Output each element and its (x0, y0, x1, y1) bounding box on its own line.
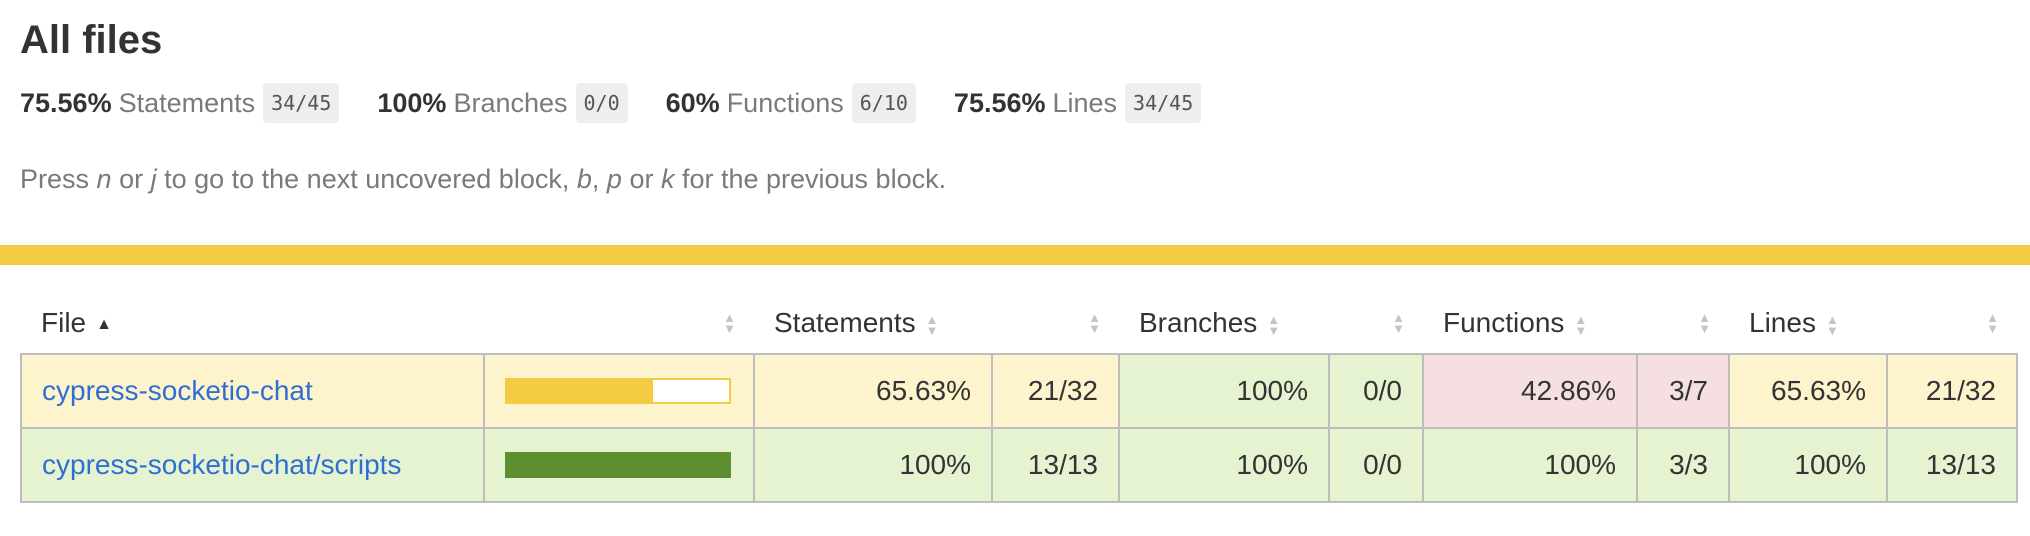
header-branches-raw[interactable]: ▲ ▼ (1329, 293, 1423, 354)
header-lines[interactable]: Lines ▲ ▼ (1729, 293, 1887, 354)
page-title: All files (20, 18, 163, 62)
lines-pct: 100% (1728, 427, 1888, 503)
sort-icon: ▲ ▼ (925, 311, 939, 338)
summary-lines-fraction: 34/45 (1125, 83, 1202, 123)
header-statements-raw[interactable]: ▲ ▼ (992, 293, 1119, 354)
statements-fraction: 13/13 (991, 427, 1120, 503)
statements-fraction: 21/32 (991, 353, 1120, 429)
branches-pct: 100% (1118, 427, 1330, 503)
file-cell: cypress-socketio-chat/scripts (20, 427, 485, 503)
sort-icon: ▲ ▼ (1825, 311, 1839, 338)
summary-lines-label: Lines (1052, 87, 1118, 118)
sort-icon: ▲ ▼ (1574, 311, 1588, 338)
coverage-bar-cell (483, 353, 755, 429)
summary-statements-label: Statements (118, 87, 256, 118)
summary-branches-fraction: 0/0 (575, 83, 628, 123)
header-coverage-bar[interactable]: ▲ ▼ (484, 293, 754, 354)
table-row: cypress-socketio-chat/scripts 100% 13/13… (20, 427, 2018, 503)
summary-statements-pct: 75.56% (20, 87, 112, 118)
header-functions-label: Functions (1443, 307, 1565, 338)
lines-fraction: 21/32 (1886, 353, 2018, 429)
file-link[interactable]: cypress-socketio-chat/scripts (42, 449, 401, 480)
summary-functions-label: Functions (726, 87, 844, 118)
keyboard-hint: Press n or j to go to the next uncovered… (20, 164, 947, 194)
coverage-bar-cell (483, 427, 755, 503)
header-functions-raw[interactable]: ▲ ▼ (1637, 293, 1729, 354)
summary-branches-pct: 100% (377, 87, 447, 118)
branches-pct: 100% (1118, 353, 1330, 429)
sort-icon: ▲ ▼ (1698, 310, 1711, 336)
header-lines-raw[interactable]: ▲ ▼ (1887, 293, 2017, 354)
file-link[interactable]: cypress-socketio-chat (42, 375, 313, 406)
coverage-status-bar (0, 245, 2030, 265)
table-header-row: File ▲ ▲ ▼ Statements ▲ ▼ ▲ ▼ Branches ▲ ▼ ▲ ▼ F… (21, 293, 2017, 354)
sort-ascending-icon: ▲ (96, 315, 112, 333)
summary-statements-fraction: 34/45 (263, 83, 340, 123)
summary-branches: 100% Branches 0/0 (377, 83, 628, 123)
coverage-summary: 75.56% Statements 34/45 100% Branches 0/… (20, 82, 1239, 124)
summary-functions-fraction: 6/10 (851, 83, 916, 123)
header-statements-label: Statements (774, 307, 916, 338)
functions-fraction: 3/7 (1636, 353, 1730, 429)
header-branches-label: Branches (1139, 307, 1258, 338)
header-file-label: File (41, 307, 87, 338)
statements-pct: 65.63% (753, 353, 993, 429)
branches-fraction: 0/0 (1328, 427, 1424, 503)
functions-fraction: 3/3 (1636, 427, 1730, 503)
summary-branches-label: Branches (453, 87, 568, 118)
header-statements[interactable]: Statements ▲ ▼ (754, 293, 992, 354)
header-functions[interactable]: Functions ▲ ▼ (1423, 293, 1637, 354)
branches-fraction: 0/0 (1328, 353, 1424, 429)
sort-icon: ▲ ▼ (1267, 311, 1281, 338)
table-row: cypress-socketio-chat 65.63% 21/32 100% … (20, 353, 2018, 429)
file-cell: cypress-socketio-chat (20, 353, 485, 429)
sort-icon: ▲ ▼ (1088, 310, 1101, 336)
coverage-bar-fill (507, 380, 653, 402)
summary-lines: 75.56% Lines 34/45 (953, 83, 1202, 123)
coverage-table: File ▲ ▲ ▼ Statements ▲ ▼ ▲ ▼ Branches ▲ ▼ ▲ ▼ F… (20, 293, 2018, 503)
statements-pct: 100% (753, 427, 993, 503)
sort-icon: ▲ ▼ (723, 310, 736, 336)
summary-functions-pct: 60% (665, 87, 720, 118)
sort-icon: ▲ ▼ (1392, 310, 1405, 336)
header-file[interactable]: File ▲ (21, 293, 484, 354)
header-branches[interactable]: Branches ▲ ▼ (1119, 293, 1329, 354)
summary-functions: 60% Functions 6/10 (666, 83, 916, 123)
lines-pct: 65.63% (1728, 353, 1888, 429)
functions-pct: 100% (1422, 427, 1638, 503)
coverage-bar-fill (507, 454, 729, 476)
header-lines-label: Lines (1749, 307, 1816, 338)
summary-lines-pct: 75.56% (953, 87, 1046, 118)
lines-fraction: 13/13 (1886, 427, 2018, 503)
functions-pct: 42.86% (1422, 353, 1638, 429)
summary-statements: 75.56% Statements 34/45 (20, 83, 340, 123)
sort-icon: ▲ ▼ (1986, 310, 1999, 336)
coverage-bar (505, 378, 731, 404)
coverage-bar (505, 452, 731, 478)
